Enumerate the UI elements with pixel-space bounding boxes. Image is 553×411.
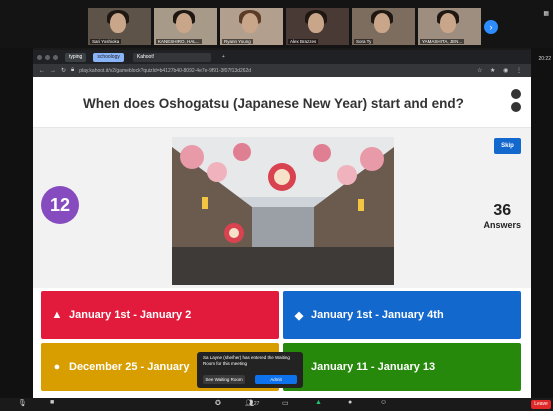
- triangle-icon: ▲: [51, 309, 63, 321]
- answer-option-blue[interactable]: ◆ January 1st - January 4th: [283, 291, 521, 339]
- answers-counter: 36 Answers: [483, 202, 521, 230]
- skip-button[interactable]: Skip: [494, 138, 521, 154]
- circle-icon: ●: [53, 361, 61, 373]
- participant-name: KANESHIRO, HAL...: [156, 39, 202, 44]
- participant-thumb[interactable]: Sora Ty: [352, 8, 415, 45]
- microphone-icon[interactable]: 🎙︎: [18, 399, 27, 407]
- participant-thumb[interactable]: YAMASHITA, JEN...: [418, 8, 481, 45]
- tab-kahoot[interactable]: Kahoot!: [132, 52, 211, 62]
- forward-icon[interactable]: →: [50, 68, 56, 74]
- participant-face: [308, 13, 324, 33]
- see-waiting-room-button[interactable]: See Waiting Room: [203, 375, 245, 384]
- browser-window: typing schoology Kahoot! + ← → ↻ 🔒︎ play…: [33, 50, 531, 398]
- participant-face: [176, 13, 192, 33]
- new-tab-button[interactable]: +: [218, 53, 229, 62]
- fullscreen-icon[interactable]: [511, 89, 521, 99]
- window-dot-icon[interactable]: [53, 54, 58, 60]
- participant-thumb[interactable]: KANESHIRO, HAL...: [154, 8, 217, 45]
- corner-controls: [511, 89, 521, 115]
- window-dot-icon[interactable]: [37, 54, 42, 60]
- question-header: When does Oshogatsu (Japanese New Year) …: [33, 77, 531, 128]
- view-options-icon[interactable]: ▦: [543, 10, 549, 17]
- reactions-icon[interactable]: ☺: [380, 399, 387, 406]
- answer-text: January 1st - January 2: [69, 309, 192, 321]
- participant-thumb[interactable]: Sari Yoshioka: [88, 8, 151, 45]
- answer-text: January 11 - January 13: [311, 361, 436, 373]
- address-bar: ← → ↻ 🔒︎ play.kahoot.it/v2/gameblock?qui…: [33, 64, 531, 77]
- question-title: When does Oshogatsu (Japanese New Year) …: [83, 96, 464, 111]
- clock-time: 20:22: [538, 56, 551, 62]
- zoom-toolbar: 🎙︎ ■ ✪ 👥︎27 ▭ ▲ ● ☺ Leave: [0, 398, 553, 411]
- question-stage: 12 Skip 36 Answers: [33, 128, 531, 288]
- url-field[interactable]: play.kahoot.it/v2/gameblock?quizId=b4127…: [79, 68, 251, 74]
- answers-number: 36: [493, 202, 512, 219]
- participant-name: Sora Ty: [354, 39, 374, 44]
- zoom-participant-strip: Sari Yoshioka KANESHIRO, HAL... Ryann Yo…: [0, 0, 553, 48]
- share-screen-icon[interactable]: ▲: [315, 399, 322, 406]
- answer-text: January 1st - January 4th: [311, 309, 444, 321]
- answer-option-green[interactable]: ■ January 11 - January 13: [283, 343, 521, 391]
- settings-icon[interactable]: [511, 102, 521, 112]
- reload-icon[interactable]: ↻: [61, 67, 66, 74]
- security-icon[interactable]: ✪: [215, 399, 221, 407]
- browser-action-icons[interactable]: ☆ ★ ◉ ⋮: [477, 67, 525, 74]
- countdown-timer: 12: [41, 186, 79, 224]
- participant-thumb[interactable]: Ryann Young: [220, 8, 283, 45]
- right-sidebar: [531, 48, 553, 398]
- browser-tab-bar: typing schoology Kahoot! +: [33, 50, 531, 64]
- participants-count: 27: [253, 401, 260, 407]
- question-image: [172, 137, 394, 285]
- video-icon[interactable]: ■: [50, 399, 54, 406]
- participant-face: [110, 13, 126, 33]
- participant-thumb[interactable]: Alex Brazzes: [286, 8, 349, 45]
- waiting-room-message: Sa Layne (she/her) has entered the Waiti…: [203, 355, 290, 366]
- waiting-room-notification: Sa Layne (she/her) has entered the Waiti…: [197, 352, 303, 388]
- participant-face: [242, 13, 258, 33]
- record-icon[interactable]: ●: [348, 399, 352, 406]
- leave-button[interactable]: Leave: [531, 400, 551, 409]
- answer-text: December 25 - January: [69, 361, 190, 373]
- lock-icon: 🔒︎: [71, 67, 75, 73]
- street-scene-image: [172, 137, 394, 285]
- admit-button[interactable]: Admit: [255, 375, 297, 384]
- window-dot-icon[interactable]: [45, 54, 50, 60]
- answer-option-red[interactable]: ▲ January 1st - January 2: [41, 291, 279, 339]
- back-icon[interactable]: ←: [39, 68, 45, 74]
- tab-schoology[interactable]: schoology: [93, 52, 124, 62]
- participant-face: [374, 13, 390, 33]
- participant-name: Alex Brazzes: [288, 39, 319, 44]
- participant-name: Ryann Young: [222, 39, 253, 44]
- chat-icon[interactable]: ▭: [282, 399, 289, 407]
- participants-icon[interactable]: 👥︎27: [245, 399, 259, 407]
- participant-name: YAMASHITA, JEN...: [420, 39, 465, 44]
- tab-typing[interactable]: typing: [65, 52, 87, 62]
- next-participants-button[interactable]: ›: [484, 20, 498, 34]
- participant-face: [440, 13, 456, 33]
- left-sidebar: [0, 48, 33, 398]
- participant-name: Sari Yoshioka: [90, 39, 122, 44]
- diamond-icon: ◆: [294, 309, 304, 322]
- answers-label: Answers: [483, 220, 521, 230]
- participant-thumbnails: Sari Yoshioka KANESHIRO, HAL... Ryann Yo…: [88, 8, 481, 45]
